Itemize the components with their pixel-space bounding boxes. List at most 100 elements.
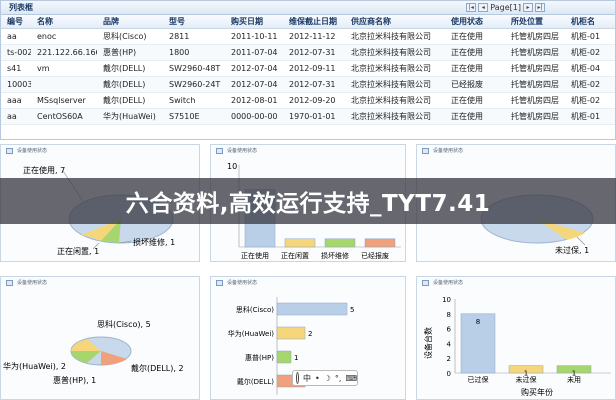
column-header[interactable]: 编号 <box>1 16 31 27</box>
table-cell: SW2960-24T <box>169 80 221 89</box>
table-cell: 北京拉米科技有限公司 <box>351 48 431 57</box>
pie-label: 华为(HuaWei), 2 <box>3 361 66 371</box>
table-cell: 托管机房四层 <box>511 32 559 41</box>
panel-icon <box>422 280 429 286</box>
table-header: 编号 名称 品牌 型号 购买日期 维保截止日期 供应商名称 使用状态 所处位置 … <box>1 15 615 29</box>
panel-icon <box>6 148 13 154</box>
list-header: 列表框 |◂ ◂ Page[1] ▸ ▸| <box>1 1 615 15</box>
panel-title: 设备使用状态 <box>417 145 615 157</box>
page-indicator: Page[1] <box>490 3 521 12</box>
bar[interactable] <box>284 238 316 248</box>
bar[interactable] <box>276 326 306 340</box>
table-row[interactable]: aaa MSsqlserver 戴尔(DELL) Switch 2012-08-… <box>1 93 615 109</box>
pie-label: 损坏维修, 1 <box>133 237 175 247</box>
table-row[interactable]: aa CentOS60A 华为(HuaWei) S7510E 0000-00-0… <box>1 109 615 125</box>
table-cell: 2012-07-04 <box>231 64 278 73</box>
column-header[interactable]: 所处位置 <box>505 16 565 27</box>
column-header[interactable]: 供应商名称 <box>345 16 445 27</box>
ime-punct-icon[interactable]: • <box>315 374 320 383</box>
bar[interactable] <box>324 238 356 248</box>
y-tick-label: 10 <box>442 296 451 304</box>
table-cell: 机柜-02 <box>571 48 601 57</box>
table-cell: 机柜-01 <box>571 112 601 121</box>
table-cell: 北京拉米科技有限公司 <box>351 96 431 105</box>
ime-toolbar[interactable]: 中 • ☽ °, ⌨ <box>292 370 358 386</box>
panel-title-text: 设备使用状态 <box>227 280 258 286</box>
x-tick-label: 未过保 <box>516 375 537 384</box>
brand-pie-panel: 设备使用状态 思科(Cisco), 5 华为(HuaWei), 2 惠普(HP)… <box>0 276 200 400</box>
ime-keyboard-icon[interactable]: ⌨ <box>345 374 357 383</box>
pager: |◂ ◂ Page[1] ▸ ▸| <box>466 3 545 12</box>
table-cell: 北京拉米科技有限公司 <box>351 32 431 41</box>
first-page-button[interactable]: |◂ <box>466 3 477 12</box>
table-cell: 机柜-02 <box>571 80 601 89</box>
table-cell: 2012-07-31 <box>289 80 336 89</box>
table-cell: 机柜-04 <box>571 64 601 73</box>
leader-line <box>576 236 586 246</box>
table-cell: 戴尔(DELL) <box>103 96 146 105</box>
pie-label: 思科(Cisco), 5 <box>97 319 151 329</box>
table-cell: 托管机房四层 <box>511 80 559 89</box>
panel-icon <box>6 280 13 286</box>
column-header[interactable]: 使用状态 <box>445 16 505 27</box>
brand-pie-chart: 思科(Cisco), 5 华为(HuaWei), 2 惠普(HP), 1 戴尔(… <box>3 319 184 385</box>
table-cell: 2012-07-04 <box>231 80 278 89</box>
x-tick-label: 未用 <box>567 375 581 384</box>
table-cell: 正在使用 <box>451 64 483 73</box>
column-header[interactable]: 型号 <box>163 16 225 27</box>
panel-title-text: 设备使用状态 <box>17 280 48 286</box>
ime-logo-icon[interactable] <box>296 372 300 384</box>
x-tick-label: 已经报废 <box>361 251 389 260</box>
x-tick-label: 正在闲置 <box>281 251 309 260</box>
bar[interactable] <box>364 238 396 248</box>
y-tick-label: 6 <box>447 326 452 334</box>
y-tick-label: 2 <box>447 355 451 363</box>
y-tick-label: 戴尔(DELL) <box>237 377 274 386</box>
column-header[interactable]: 维保截止日期 <box>283 16 345 27</box>
table-cell: 1800 <box>169 48 190 57</box>
column-header[interactable]: 名称 <box>31 16 97 27</box>
table-cell: 100034ss <box>7 80 31 89</box>
table-cell: 2011-07-04 <box>231 48 278 57</box>
table-row[interactable]: 100034ss 戴尔(DELL) SW2960-24T 2012-07-04 … <box>1 77 615 93</box>
column-header[interactable]: 品牌 <box>97 16 163 27</box>
panel-icon <box>422 148 429 154</box>
table-cell: 北京拉米科技有限公司 <box>351 64 431 73</box>
panel-title: 设备使用状态 <box>1 277 199 289</box>
table-cell: 机柜-02 <box>571 96 601 105</box>
table-cell: 正在使用 <box>451 112 483 121</box>
x-axis-label: 购买年份 <box>521 387 553 397</box>
ime-moon-icon[interactable]: ☽ <box>324 374 331 383</box>
pie-label: 未过保, 1 <box>555 245 589 255</box>
panel-title: 设备使用状态 <box>211 145 405 157</box>
last-page-button[interactable]: ▸| <box>535 3 545 12</box>
table-cell: 2811 <box>169 32 190 41</box>
column-header[interactable]: 机柜名 <box>565 16 615 27</box>
table-cell: S7510E <box>169 112 200 121</box>
panel-title-text: 设备使用状态 <box>17 148 48 154</box>
warranty-bar-panel: 设备使用状态 设备台数 购买年份 10 8 6 4 2 0 8 已过保 1 未过保 1 未用 <box>416 276 616 400</box>
table-cell: 2011-10-11 <box>231 32 278 41</box>
bar[interactable] <box>276 350 292 364</box>
table-row[interactable]: s41 vm 戴尔(DELL) SW2960-48T 2012-07-04 20… <box>1 61 615 77</box>
y-tick-label: 华为(HuaWei) <box>228 329 274 338</box>
ime-mode-toggle[interactable]: 中 <box>303 373 311 384</box>
next-page-button[interactable]: ▸ <box>523 3 533 12</box>
table-cell: CentOS60A <box>37 112 83 121</box>
table-cell: 正在使用 <box>451 48 483 57</box>
table-row[interactable]: aa enoc 思科(Cisco) 2811 2011-10-11 2012-1… <box>1 29 615 45</box>
table-row[interactable]: ts-002 221.122.66.166 惠普(HP) 1800 2011-0… <box>1 45 615 61</box>
y-tick-label: 4 <box>447 340 452 348</box>
column-header[interactable]: 购买日期 <box>225 16 283 27</box>
table-cell: aa <box>7 112 17 121</box>
prev-page-button[interactable]: ◂ <box>478 3 489 12</box>
x-tick-label: 已过保 <box>468 375 489 384</box>
table-cell: 惠普(HP) <box>103 48 137 57</box>
y-tick-label: 惠普(HP) <box>245 353 274 362</box>
table-cell: 1970-01-01 <box>289 112 336 121</box>
bar[interactable] <box>276 302 348 316</box>
table-cell: 2012-07-31 <box>289 48 336 57</box>
table-cell: 托管机房四层 <box>511 48 559 57</box>
ime-symbol-icon[interactable]: °, <box>335 374 342 383</box>
panel-title-text: 设备使用状态 <box>433 280 464 286</box>
